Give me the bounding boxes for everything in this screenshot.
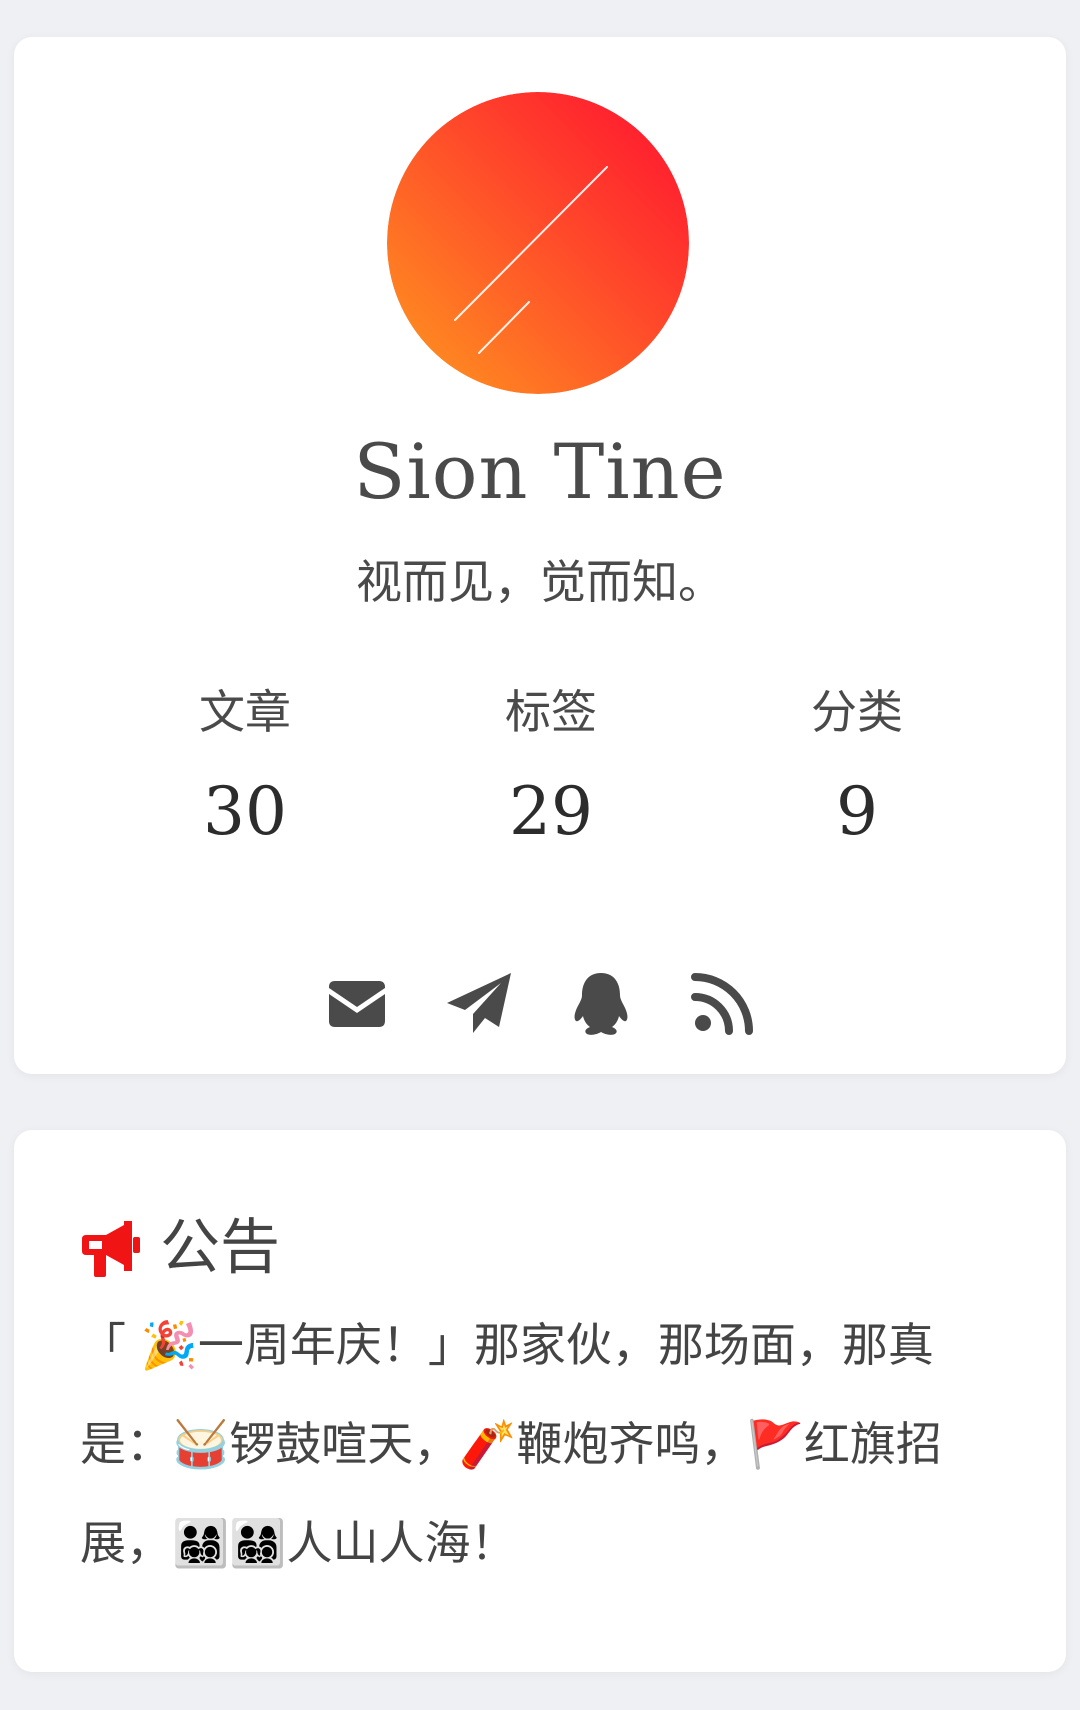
telegram-link[interactable] [443,967,515,1039]
bullhorn-icon [82,1221,140,1277]
rss-icon [691,973,753,1035]
stat-count: 29 [509,773,593,850]
notice-card: 公告 「 🎉一周年庆！」那家伙，那场面，那真是：🥁锣鼓喧天，🧨鞭炮齐鸣，🚩红旗招… [14,1130,1066,1672]
stat-count: 30 [203,773,287,850]
site-stats: 文章 30 标签 29 分类 9 [92,682,1010,850]
notice-header: 公告 [80,1213,280,1283]
rss-link[interactable] [687,967,759,1039]
social-links [14,967,1066,1039]
stat-categories[interactable]: 分类 9 [704,682,1010,850]
author-motto: 视而见，觉而知。 [356,555,724,609]
stat-articles[interactable]: 文章 30 [92,682,398,850]
email-link[interactable] [321,967,393,1039]
author-name: Sion Tine [353,427,727,516]
stat-label: 文章 [199,685,291,739]
qq-icon [574,973,628,1035]
stat-count: 9 [836,773,878,850]
author-card: Sion Tine 视而见，觉而知。 文章 30 标签 29 分类 9 [14,37,1066,1074]
avatar-logo-image [387,92,689,394]
envelope-icon [329,981,385,1027]
qq-link[interactable] [565,967,637,1039]
notice-title: 公告 [160,1213,280,1283]
notice-text: 「 🎉一周年庆！」那家伙，那场面，那真是：🥁锣鼓喧天，🧨鞭炮齐鸣，🚩红旗招展，👨… [80,1318,942,1570]
stat-tags[interactable]: 标签 29 [398,682,704,850]
avatar[interactable] [387,92,689,394]
stat-label: 标签 [505,685,597,739]
stat-label: 分类 [811,685,903,739]
paper-plane-icon [447,973,511,1033]
